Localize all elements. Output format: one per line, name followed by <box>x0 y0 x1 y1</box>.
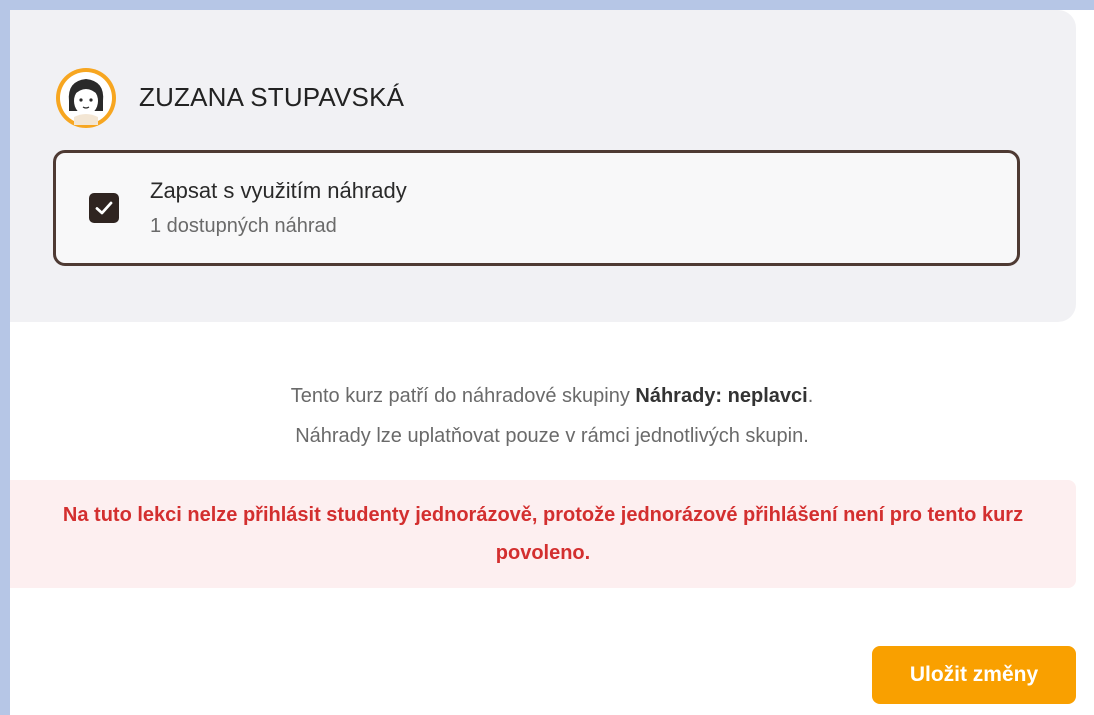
error-alert: Na tuto lekci nelze přihlásit studenty j… <box>10 480 1076 588</box>
group-name: Náhrady: neplavci <box>635 385 808 407</box>
info-line-1-prefix: Tento kurz patří do náhradové skupiny <box>290 385 636 407</box>
option-subtitle: 1 dostupných náhrad <box>150 215 337 237</box>
error-message: Na tuto lekci nelze přihlásit studenty j… <box>62 504 1024 564</box>
info-line-1-suffix: . <box>807 385 814 407</box>
info-line-1: Tento kurz patří do náhradové skupiny Ná… <box>10 376 1094 416</box>
student-name: ZUZANA STUPAVSKÁ <box>139 82 405 112</box>
dialog: ZUZANA STUPAVSKÁ Zapsat s využitím náhra… <box>10 10 1094 715</box>
save-button[interactable]: Uložit změny <box>872 646 1076 704</box>
substitution-option[interactable]: Zapsat s využitím náhrady 1 dostupných n… <box>53 150 1020 266</box>
substitution-checkbox[interactable] <box>89 193 119 223</box>
substitution-group-info: Tento kurz patří do náhradové skupiny Ná… <box>10 376 1094 456</box>
avatar-icon <box>56 68 116 128</box>
option-title: Zapsat s využitím náhrady <box>150 178 407 203</box>
student-card: ZUZANA STUPAVSKÁ Zapsat s využitím náhra… <box>10 10 1076 322</box>
checkmark-icon <box>95 201 113 215</box>
info-line-2: Náhrady lze uplatňovat pouze v rámci jed… <box>295 425 809 447</box>
